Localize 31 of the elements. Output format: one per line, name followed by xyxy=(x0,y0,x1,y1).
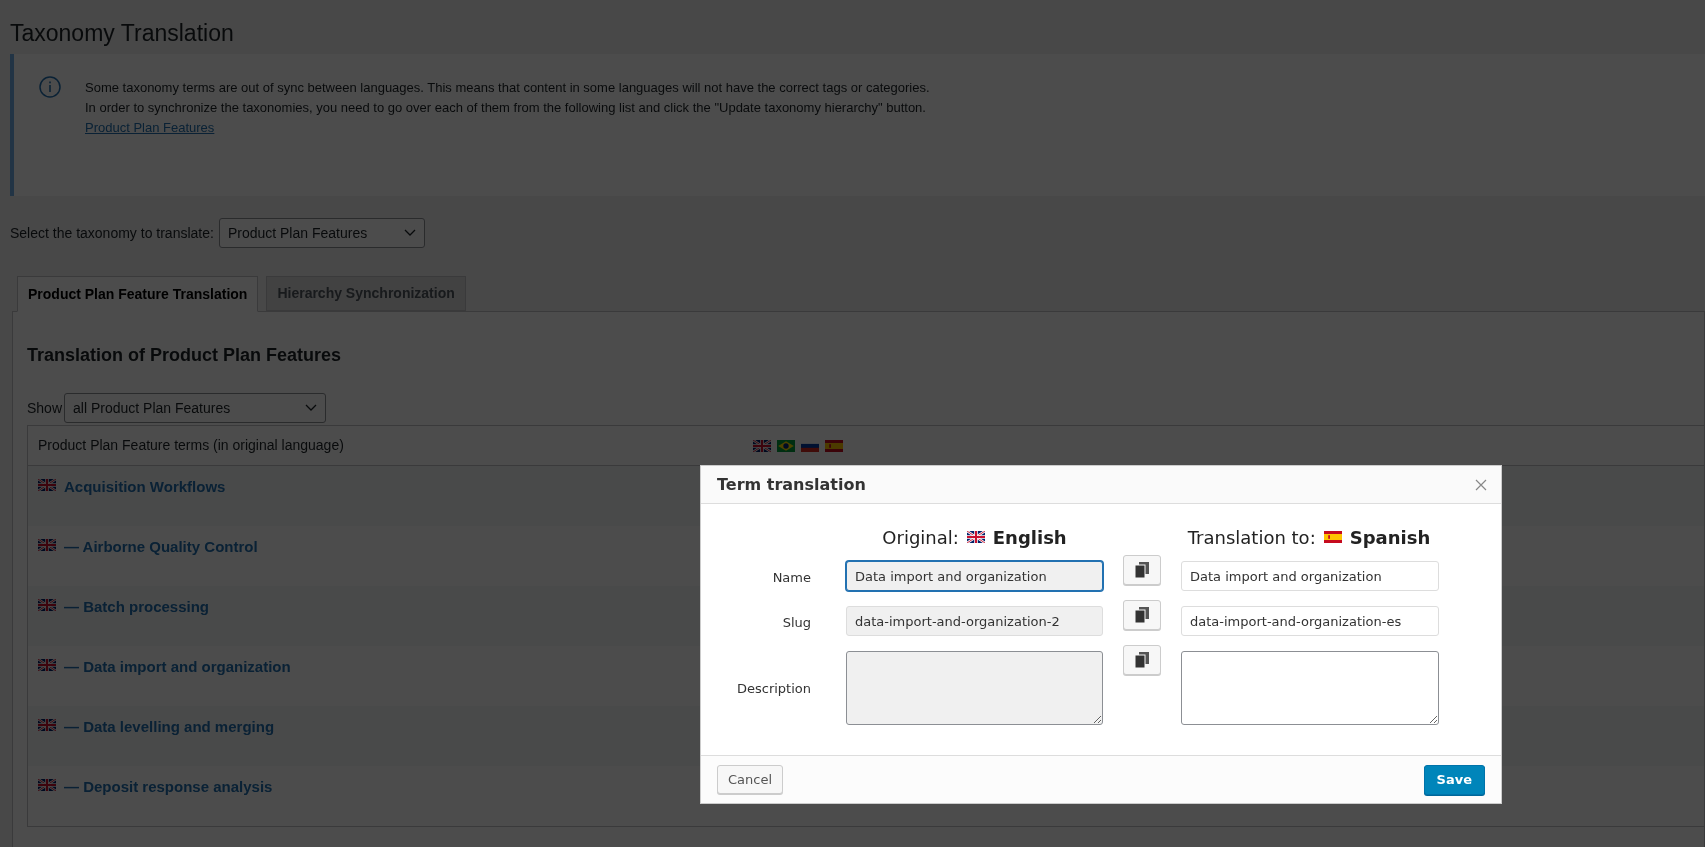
column-header: Product Plan Feature terms (in original language) xyxy=(38,436,345,455)
field-label: Name xyxy=(771,569,811,587)
original-label: Original: xyxy=(882,525,959,550)
original-input[interactable]: Data import and organization xyxy=(846,561,1103,591)
copy-button[interactable] xyxy=(1123,645,1161,675)
translation-textarea[interactable] xyxy=(1181,651,1439,725)
translation-input[interactable]: Data import and organization xyxy=(1181,561,1439,591)
show-label: Show xyxy=(27,398,63,418)
flag-icon xyxy=(1323,531,1342,543)
copy-icon xyxy=(1135,652,1149,668)
translation-input[interactable]: data-import-and-organization-es xyxy=(1181,606,1439,636)
field-label: Description xyxy=(735,680,811,698)
copy-button[interactable] xyxy=(1123,555,1161,585)
original-language: English xyxy=(992,525,1067,550)
copy-icon xyxy=(1135,607,1149,623)
taxonomy-select-label: Select the taxonomy to translate: xyxy=(10,223,214,243)
original-textarea[interactable] xyxy=(846,651,1103,725)
save-button[interactable]: Save xyxy=(1423,764,1485,795)
page-title: Taxonomy Translation xyxy=(10,19,235,48)
notice-text: In order to synchronize the taxonomies, you need to go over each of them from the following list and click the "Update taxonomy hierarchy" button. xyxy=(85,99,927,117)
field-label: Slug xyxy=(781,614,811,632)
translation-language: Spanish xyxy=(1349,525,1431,550)
notice-text: Some taxonomy terms are out of sync between languages. This means that content in some languages will not have the correct tags or categories. xyxy=(85,79,930,97)
dialog-title: Term translation xyxy=(717,473,866,496)
copy-icon xyxy=(1135,562,1149,578)
section-title: Translation of Product Plan Features xyxy=(27,344,343,367)
copy-button[interactable] xyxy=(1123,600,1161,630)
translation-label: Translation to: xyxy=(1187,525,1316,550)
original-input[interactable]: data-import-and-organization-2 xyxy=(846,606,1103,636)
cancel-button[interactable]: Cancel xyxy=(717,765,784,794)
flag-icon xyxy=(966,531,985,543)
